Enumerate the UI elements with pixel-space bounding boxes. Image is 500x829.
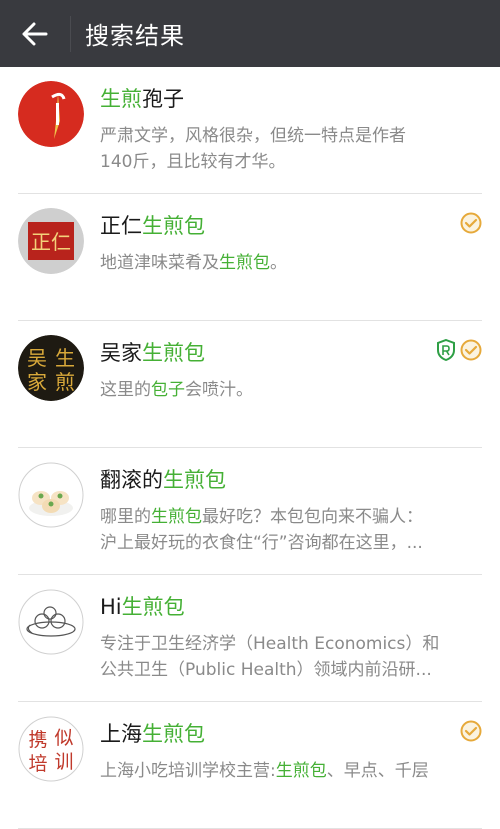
description-line: 这里的包子会喷汁。 — [100, 377, 480, 403]
keyword-highlight: 生煎 — [100, 87, 142, 111]
description-text: 。 — [270, 253, 287, 273]
description-text: 严肃文学，风格很杂，但统一特点是作者 — [100, 126, 406, 146]
account-description: 哪里的生煎包最好吃？本包包向来不骗人： 沪上最好玩的衣食住“行”咨询都在这里，..… — [100, 504, 480, 556]
avatar-char: 生 — [55, 346, 75, 370]
description-text: 地道津味菜肴及 — [100, 253, 219, 273]
avatar-seal-text: 正仁 — [31, 230, 71, 254]
description-text: 最好吃？本包包向来不骗人： — [202, 507, 423, 527]
name-text: 上海 — [100, 722, 142, 746]
account-name: 生煎孢子 — [100, 83, 184, 113]
keyword-highlight: 包子 — [151, 380, 185, 400]
description-text: 会喷汁。 — [185, 380, 253, 400]
back-arrow-icon — [22, 22, 48, 45]
description-line: 上海小吃培训学校主营:生煎包、早点、千层 — [100, 758, 480, 784]
description-line: 地道津味菜肴及生煎包。 — [100, 250, 480, 276]
description-text: 上海小吃培训学校主营: — [100, 761, 276, 781]
avatar-char: 吴 — [27, 346, 47, 370]
account-name: 吴家生煎包 — [100, 337, 205, 367]
keyword-highlight: 生煎包 — [142, 214, 205, 238]
buns-illustration-icon — [18, 462, 84, 528]
keyword-highlight: 生煎包 — [142, 722, 205, 746]
avatar-char: 煎 — [55, 370, 75, 394]
search-results-list: 生煎孢子 严肃文学，风格很杂，但统一特点是作者 140斤，且比较有才华。 正仁 正… — [0, 67, 500, 829]
description-line: 严肃文学，风格很杂，但统一特点是作者 — [100, 123, 480, 149]
badges — [460, 720, 482, 742]
description-line: 公共卫生（Public Health）领域内前沿研... — [100, 657, 480, 683]
account-description: 上海小吃培训学校主营:生煎包、早点、千层 — [100, 758, 480, 784]
account-description: 严肃文学，风格很杂，但统一特点是作者 140斤，且比较有才华。 — [100, 123, 480, 175]
account-name: 正仁生煎包 — [100, 210, 205, 240]
description-line: 专注于卫生经济学（Health Economics）和 — [100, 631, 480, 657]
account-description: 专注于卫生经济学（Health Economics）和 公共卫生（Public H… — [100, 631, 480, 683]
account-avatar: 吴 生 家 煎 — [18, 335, 84, 401]
avatar-char: 训 — [54, 751, 73, 773]
description-text: 沪上最好玩的衣食住“行”咨询都在这里，... — [100, 533, 423, 553]
buns-sketch-icon — [18, 589, 84, 655]
account-name: Hi生煎包 — [100, 591, 185, 621]
account-avatar — [18, 462, 84, 528]
header-separator — [70, 15, 71, 52]
red-circle-logo-icon — [18, 81, 84, 147]
description-line: 哪里的生煎包最好吃？本包包向来不骗人： — [100, 504, 480, 530]
keyword-highlight: 生煎包 — [219, 253, 270, 273]
avatar-char: 携 — [28, 729, 47, 751]
account-name: 上海生煎包 — [100, 718, 205, 748]
keyword-highlight: 生煎包 — [275, 761, 327, 781]
avatar-char: 似 — [54, 727, 73, 749]
account-avatar — [18, 81, 84, 147]
result-item[interactable]: 翻滚的生煎包 哪里的生煎包最好吃？本包包向来不骗人： 沪上最好玩的衣食住“行”咨询… — [0, 448, 500, 575]
avatar-char: 家 — [27, 370, 47, 394]
verified-check-icon — [460, 212, 482, 234]
badges — [460, 212, 482, 234]
top-bar: 搜索结果 — [0, 0, 500, 67]
verified-check-icon — [460, 339, 482, 361]
result-item[interactable]: 携 似 培 训 上海生煎包 上海小吃培训学校主营:生煎包、早点、千层 — [0, 702, 500, 829]
account-name: 翻滚的生煎包 — [100, 464, 226, 494]
description-line: 140斤，且比较有才华。 — [100, 149, 480, 175]
account-avatar: 携 似 培 训 — [18, 716, 84, 782]
verified-check-icon — [460, 720, 482, 742]
calligraphy-seal-icon: 携 似 培 训 — [18, 716, 84, 782]
name-text: 孢子 — [142, 87, 184, 111]
calligraphy-logo-icon: 吴 生 家 煎 — [18, 335, 84, 401]
description-text: 公共卫生（Public Health）领域内前沿研... — [100, 660, 432, 680]
account-description: 这里的包子会喷汁。 — [100, 377, 480, 403]
back-button[interactable] — [0, 0, 70, 67]
account-description: 地道津味菜肴及生煎包。 — [100, 250, 480, 276]
name-text: 吴家 — [100, 341, 142, 365]
name-text: 正仁 — [100, 214, 142, 238]
seal-logo-icon: 正仁 — [18, 208, 84, 274]
avatar-char: 培 — [28, 753, 47, 775]
account-avatar — [18, 589, 84, 655]
result-item[interactable]: 生煎孢子 严肃文学，风格很杂，但统一特点是作者 140斤，且比较有才华。 — [0, 67, 500, 194]
name-text: 翻滚的 — [100, 468, 163, 492]
shield-icon — [437, 339, 455, 361]
description-text: 、早点、千层 — [326, 761, 429, 781]
result-item[interactable]: Hi生煎包 专注于卫生经济学（Health Economics）和 公共卫生（Pu… — [0, 575, 500, 702]
keyword-highlight: 生煎包 — [121, 595, 185, 619]
account-avatar: 正仁 — [18, 208, 84, 274]
keyword-highlight: 生煎包 — [151, 507, 202, 527]
name-text: Hi — [100, 595, 122, 619]
badges — [436, 339, 482, 361]
page-title: 搜索结果 — [85, 22, 185, 50]
keyword-highlight: 生煎包 — [163, 468, 226, 492]
result-item[interactable]: 正仁 正仁生煎包 地道津味菜肴及生煎包。 — [0, 194, 500, 321]
description-line: 沪上最好玩的衣食住“行”咨询都在这里，... — [100, 530, 480, 556]
description-text: 这里的 — [100, 380, 151, 400]
keyword-highlight: 生煎包 — [142, 341, 205, 365]
description-text: 专注于卫生经济学（Health Economics）和 — [100, 634, 440, 654]
description-text: 哪里的 — [100, 507, 151, 527]
description-text: 140斤，且比较有才华。 — [100, 152, 286, 172]
result-item[interactable]: 吴 生 家 煎 吴家生煎包 这里的包子会喷汁。 — [0, 321, 500, 448]
